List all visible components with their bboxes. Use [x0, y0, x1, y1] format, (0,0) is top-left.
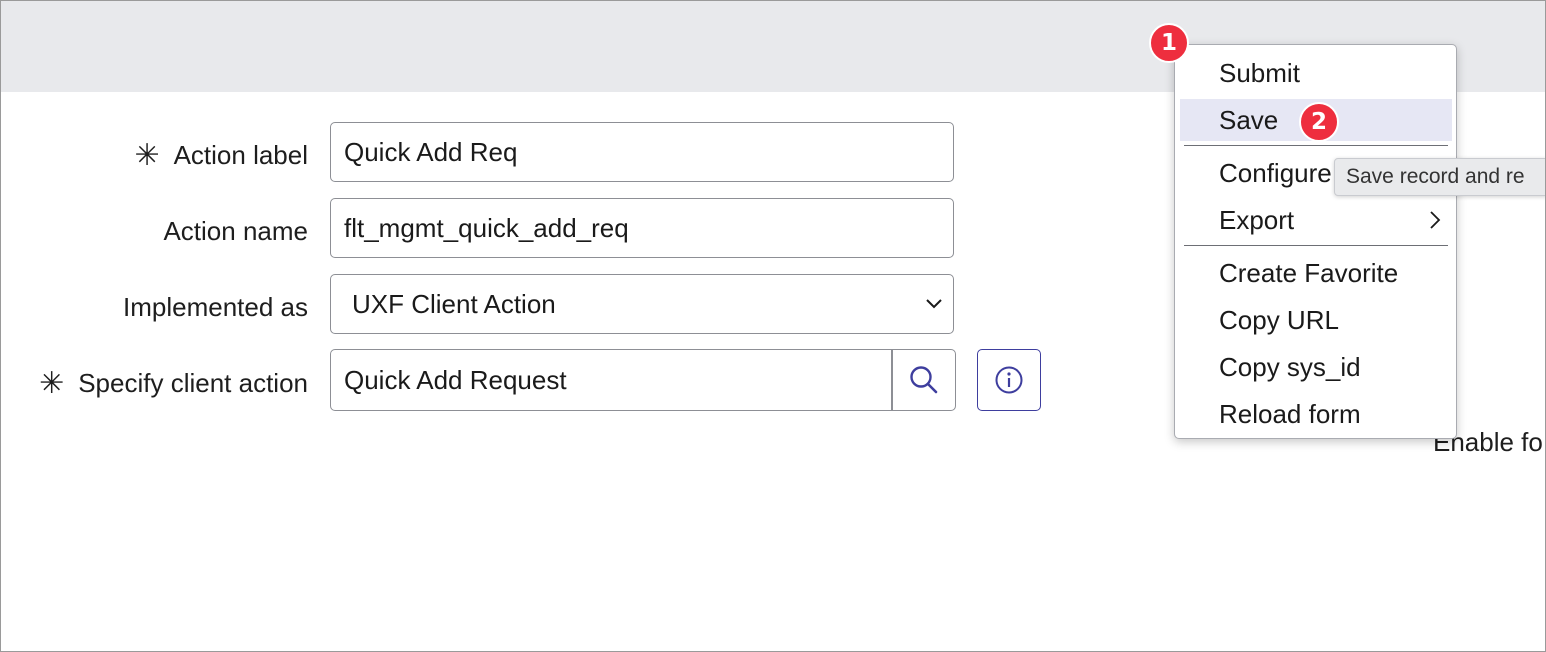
menu-item-label: Save: [1219, 104, 1279, 135]
action-name-input[interactable]: flt_mgmt_quick_add_req: [330, 198, 954, 258]
specify-client-action-value: Quick Add Request: [344, 364, 567, 395]
menu-item-label: Submit: [1219, 57, 1300, 88]
menu-item-label: Reload form: [1219, 398, 1361, 429]
menu-item-label: Copy sys_id: [1219, 351, 1361, 382]
specify-client-action-input[interactable]: Quick Add Request: [330, 349, 892, 411]
info-icon: [995, 366, 1023, 394]
step-badge-number: 2: [1310, 109, 1327, 135]
menu-item-label: Export: [1219, 204, 1295, 235]
menu-item-label: Copy URL: [1219, 304, 1339, 335]
action-name-field-label: Action name: [163, 200, 308, 262]
action-label-input[interactable]: Quick Add Req: [330, 122, 954, 182]
action-name-label-text: Action name: [163, 215, 308, 246]
info-button[interactable]: [977, 349, 1041, 411]
step-badge-number: 1: [1160, 30, 1177, 56]
implemented-as-label-text: Implemented as: [123, 291, 308, 322]
save-tooltip: Save record and re: [1334, 158, 1545, 196]
action-label-value: Quick Add Req: [344, 136, 518, 167]
app-window: ✳ Action label Quick Add Req Action name…: [0, 0, 1546, 652]
menu-divider: [1184, 145, 1448, 146]
specify-client-action-label-text: Specify client action: [78, 367, 308, 398]
search-icon: [910, 366, 938, 394]
chevron-right-icon: [1430, 211, 1441, 229]
step-badge-2: 2: [1299, 102, 1339, 142]
menu-item-reload-form[interactable]: Reload form: [1180, 393, 1452, 435]
required-marker-icon: ✳: [39, 366, 65, 400]
menu-item-label: Configure: [1219, 157, 1332, 188]
menu-item-export[interactable]: Export: [1180, 199, 1452, 241]
implemented-as-value: UXF Client Action: [352, 288, 556, 319]
action-label-field-label: ✳ Action label: [134, 124, 308, 186]
step-badge-1: 1: [1149, 23, 1189, 63]
lookup-search-button[interactable]: [892, 349, 956, 411]
menu-item-create-favorite[interactable]: Create Favorite: [1180, 252, 1452, 294]
menu-item-label: Create Favorite: [1219, 257, 1399, 288]
implemented-as-field-label: Implemented as: [123, 276, 308, 338]
action-name-value: flt_mgmt_quick_add_req: [344, 212, 629, 243]
action-label-label-text: Action label: [173, 139, 308, 170]
tooltip-text: Save record and re: [1346, 165, 1525, 188]
specify-client-action-field-label: ✳ Specify client action: [39, 352, 308, 414]
required-marker-icon: ✳: [134, 138, 160, 172]
menu-item-submit[interactable]: Submit: [1180, 52, 1452, 94]
implemented-as-select[interactable]: UXF Client Action: [330, 274, 954, 334]
chevron-down-icon: [926, 299, 942, 309]
menu-divider: [1184, 245, 1448, 246]
menu-item-copy-sys-id[interactable]: Copy sys_id: [1180, 346, 1452, 388]
menu-item-copy-url[interactable]: Copy URL: [1180, 299, 1452, 341]
